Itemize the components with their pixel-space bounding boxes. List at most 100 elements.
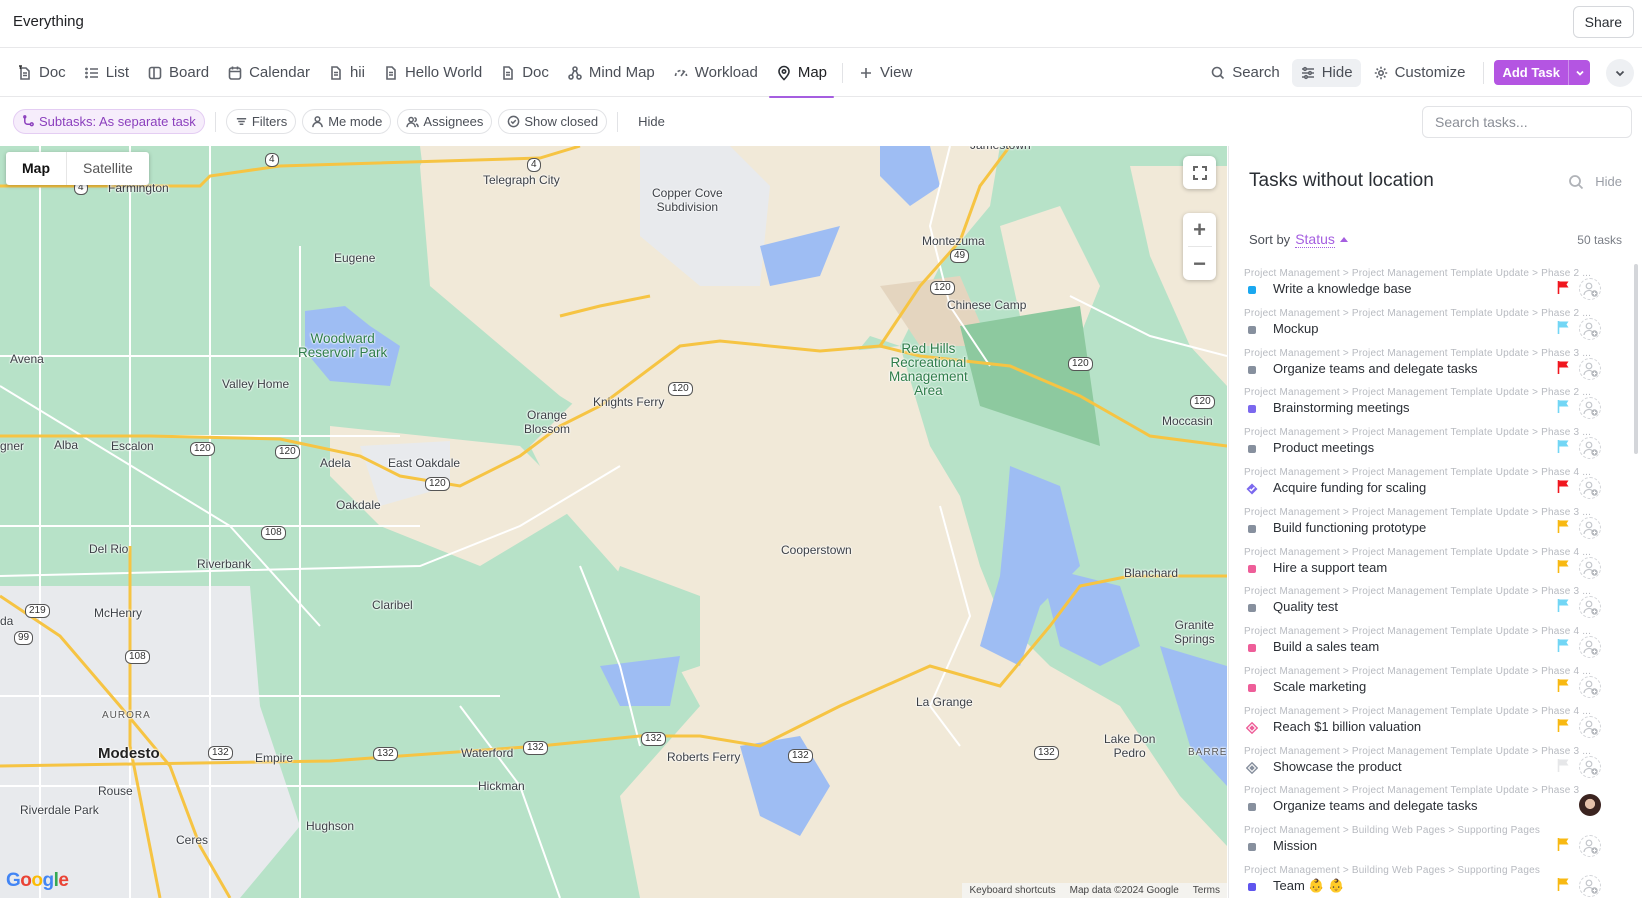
subtasks-chip[interactable]: Subtasks: As separate task bbox=[13, 109, 205, 134]
panel-search-button[interactable] bbox=[1568, 174, 1584, 190]
fullscreen-button[interactable] bbox=[1183, 156, 1216, 189]
status-square-icon[interactable] bbox=[1248, 803, 1256, 812]
add-assignee-button[interactable] bbox=[1579, 476, 1601, 499]
sort-field-dropdown[interactable]: Status bbox=[1295, 231, 1335, 248]
task-name[interactable]: Mission bbox=[1273, 838, 1317, 853]
add-assignee-button[interactable] bbox=[1579, 715, 1601, 738]
customize-button[interactable]: Customize bbox=[1365, 59, 1474, 87]
tab-map[interactable]: Map bbox=[767, 48, 836, 98]
map-type-satellite-button[interactable]: Satellite bbox=[67, 152, 149, 185]
task-row[interactable]: Project Management > Project Management … bbox=[1229, 622, 1629, 662]
tab-hii[interactable]: hii bbox=[319, 48, 374, 97]
task-name[interactable]: Reach $1 billion valuation bbox=[1273, 719, 1421, 734]
add-view-button[interactable]: View bbox=[849, 48, 921, 97]
task-row[interactable]: Project Management > Building Web Pages … bbox=[1229, 861, 1629, 901]
status-square-icon[interactable] bbox=[1248, 445, 1256, 454]
add-assignee-button[interactable] bbox=[1579, 437, 1601, 460]
task-row[interactable]: Project Management > Project Management … bbox=[1229, 702, 1629, 742]
task-row[interactable]: Project Management > Project Management … bbox=[1229, 344, 1629, 384]
status-square-icon[interactable] bbox=[1248, 843, 1256, 852]
task-row[interactable]: Project Management > Project Management … bbox=[1229, 582, 1629, 622]
zoom-in-button[interactable]: + bbox=[1183, 213, 1216, 246]
task-row[interactable]: Project Management > Project Management … bbox=[1229, 543, 1629, 583]
priority-flag-icon[interactable] bbox=[1557, 399, 1570, 414]
task-name[interactable]: Acquire funding for scaling bbox=[1273, 480, 1426, 495]
add-assignee-button[interactable] bbox=[1579, 675, 1601, 698]
priority-flag-icon[interactable] bbox=[1557, 479, 1570, 494]
priority-flag-icon[interactable] bbox=[1557, 519, 1570, 534]
add-task-button[interactable]: Add Task bbox=[1494, 60, 1568, 85]
task-name[interactable]: Hire a support team bbox=[1273, 560, 1387, 575]
status-square-icon[interactable] bbox=[1248, 564, 1256, 573]
task-row[interactable]: Project Management > Project Management … bbox=[1229, 423, 1629, 463]
priority-flag-icon[interactable] bbox=[1557, 280, 1570, 295]
priority-flag-icon[interactable] bbox=[1557, 758, 1570, 773]
task-row[interactable]: Project Management > Project Management … bbox=[1229, 662, 1629, 702]
status-square-icon[interactable] bbox=[1248, 644, 1256, 653]
priority-flag-icon[interactable] bbox=[1557, 877, 1570, 892]
search-button[interactable]: Search bbox=[1202, 59, 1288, 87]
milestone-icon[interactable] bbox=[1246, 721, 1258, 734]
zoom-out-button[interactable]: − bbox=[1183, 247, 1216, 280]
tab-board[interactable]: Board bbox=[138, 48, 218, 97]
tab-calendar[interactable]: Calendar bbox=[218, 48, 319, 97]
add-assignee-button[interactable] bbox=[1579, 397, 1601, 420]
status-square-icon[interactable] bbox=[1248, 683, 1256, 692]
task-name[interactable]: Build functioning prototype bbox=[1273, 520, 1426, 535]
task-row[interactable]: Project Management > Project Management … bbox=[1229, 383, 1629, 423]
status-square-icon[interactable] bbox=[1248, 325, 1256, 334]
me-mode-chip[interactable]: Me mode bbox=[302, 109, 392, 134]
collapse-toolbar-button[interactable] bbox=[1606, 58, 1634, 87]
status-square-icon[interactable] bbox=[1248, 286, 1256, 294]
add-assignee-button[interactable] bbox=[1579, 874, 1601, 897]
priority-flag-icon[interactable] bbox=[1557, 718, 1570, 733]
tab-hello-world[interactable]: Hello World bbox=[374, 48, 491, 97]
priority-flag-icon[interactable] bbox=[1557, 837, 1570, 852]
map-type-map-button[interactable]: Map bbox=[6, 152, 67, 185]
task-name[interactable]: Build a sales team bbox=[1273, 639, 1379, 654]
task-name[interactable]: Showcase the product bbox=[1273, 759, 1402, 774]
task-row[interactable]: Project Management > Project Management … bbox=[1229, 781, 1629, 821]
add-assignee-button[interactable] bbox=[1579, 636, 1601, 659]
milestone-complete-icon[interactable] bbox=[1246, 483, 1258, 495]
priority-flag-icon[interactable] bbox=[1557, 439, 1570, 454]
assignee-avatar[interactable] bbox=[1579, 794, 1601, 817]
add-assignee-button[interactable] bbox=[1579, 835, 1601, 858]
add-assignee-button[interactable] bbox=[1579, 516, 1601, 539]
task-name[interactable]: Scale marketing bbox=[1273, 679, 1366, 694]
task-row[interactable]: Project Management > Project Management … bbox=[1229, 264, 1629, 304]
tab-workload[interactable]: Workload bbox=[664, 48, 767, 97]
priority-flag-icon[interactable] bbox=[1557, 360, 1570, 375]
share-button[interactable]: Share bbox=[1572, 6, 1634, 38]
task-name[interactable]: Quality test bbox=[1273, 599, 1338, 614]
status-square-icon[interactable] bbox=[1248, 405, 1256, 414]
show-closed-chip[interactable]: Show closed bbox=[498, 109, 608, 134]
task-list-scrollbar[interactable] bbox=[1634, 264, 1638, 454]
sort-ascending-icon[interactable] bbox=[1339, 237, 1348, 242]
status-square-icon[interactable] bbox=[1248, 882, 1256, 891]
add-task-dropdown[interactable] bbox=[1568, 60, 1590, 85]
task-row[interactable]: Project Management > Project Management … bbox=[1229, 304, 1629, 344]
priority-flag-icon[interactable] bbox=[1557, 598, 1570, 613]
search-tasks-input[interactable] bbox=[1422, 106, 1632, 138]
add-assignee-button[interactable] bbox=[1579, 357, 1601, 380]
task-name[interactable]: Organize teams and delegate tasks bbox=[1273, 361, 1478, 376]
tab-mind-map[interactable]: Mind Map bbox=[558, 48, 664, 97]
map-canvas[interactable]: Farmington Telegraph City Copper Cove Su… bbox=[0, 146, 1227, 898]
tab-doc-2[interactable]: Doc bbox=[491, 48, 558, 97]
hide-button[interactable]: Hide bbox=[1291, 58, 1361, 87]
add-assignee-button[interactable] bbox=[1579, 556, 1601, 579]
status-square-icon[interactable] bbox=[1248, 365, 1256, 374]
milestone-icon[interactable] bbox=[1246, 761, 1258, 774]
task-name[interactable]: Product meetings bbox=[1273, 440, 1374, 455]
hide-filters-link[interactable]: Hide bbox=[628, 114, 675, 129]
panel-hide-button[interactable]: Hide bbox=[1595, 174, 1622, 189]
add-assignee-button[interactable] bbox=[1579, 278, 1601, 300]
tab-list[interactable]: List bbox=[75, 48, 138, 97]
priority-flag-icon[interactable] bbox=[1557, 678, 1570, 693]
task-name[interactable]: Write a knowledge base bbox=[1273, 281, 1412, 296]
priority-flag-icon[interactable] bbox=[1557, 320, 1570, 335]
task-name[interactable]: Organize teams and delegate tasks bbox=[1273, 798, 1478, 813]
task-row[interactable]: Project Management > Project Management … bbox=[1229, 463, 1629, 503]
tab-doc[interactable]: Doc bbox=[8, 48, 75, 97]
